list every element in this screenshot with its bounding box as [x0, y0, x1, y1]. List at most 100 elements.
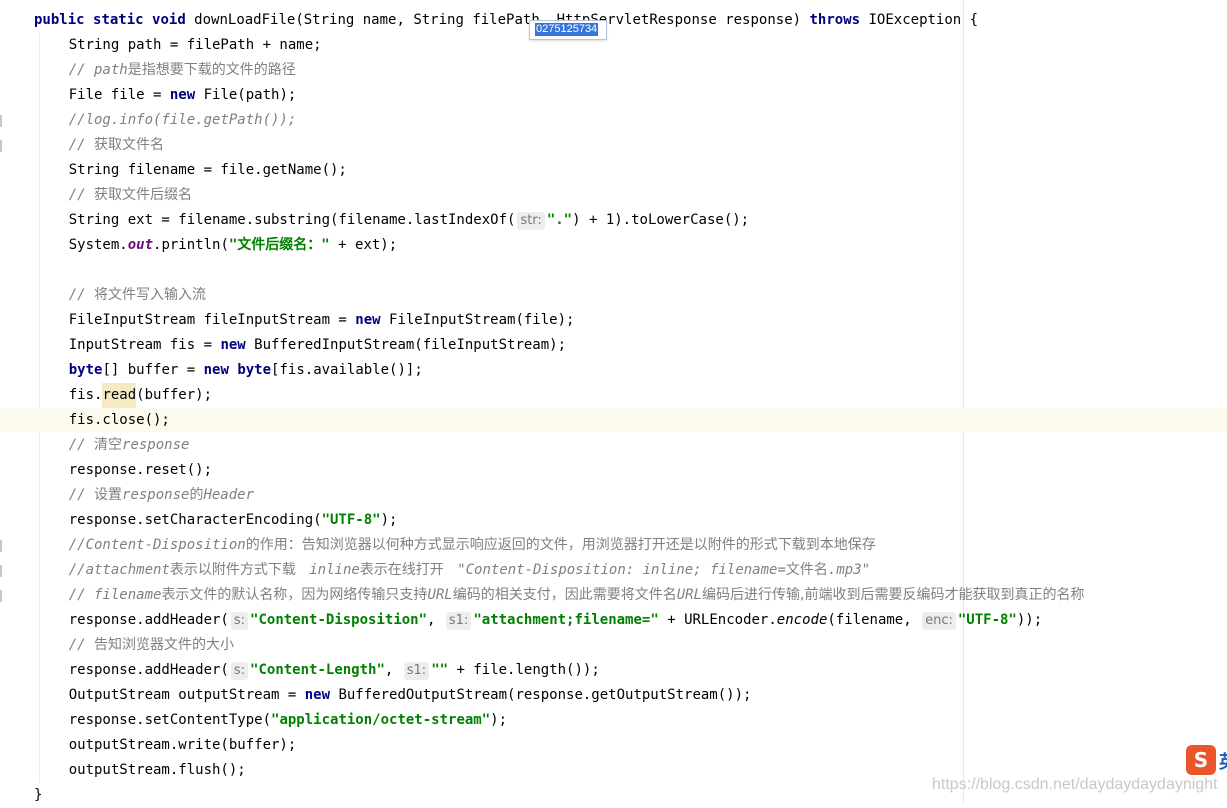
code-line[interactable]: InputStream fis = new BufferedInputStrea… [35, 333, 566, 358]
code-token: + file.length()); [448, 662, 600, 678]
code-line[interactable]: public static void downLoadFile(String n… [34, 8, 978, 33]
gutter-fold-marker[interactable] [0, 140, 2, 152]
code-line[interactable]: // 设置 response 的 Header [35, 483, 254, 508]
code-token: IOException { [860, 12, 979, 28]
code-line[interactable]: fis.close(); [35, 408, 170, 433]
comment-token: 表示文件的默认名称，因为网络传输只支持 [161, 587, 428, 603]
code-line[interactable]: //log.info(file.getPath()); [35, 108, 297, 133]
parameter-hint: enc: [922, 611, 956, 630]
caret-line-highlight [0, 408, 1227, 432]
right-margin-guide [963, 0, 964, 804]
keyword-token: byte [237, 362, 272, 378]
comment-token: 表示以附件方式下载 [169, 562, 310, 578]
watermark-text: https://blog.csdn.net/daydaydaydaynight [932, 776, 1218, 793]
gutter-fold-marker[interactable] [0, 115, 2, 127]
code-line[interactable]: File file = new File(path); [35, 83, 297, 108]
string-token: "Content-Length" [250, 662, 385, 678]
code-token: String ext = filename.substring(filename… [35, 212, 516, 228]
sogou-ime-icon[interactable]: S [1186, 745, 1216, 775]
code-line[interactable]: OutputStream outputStream = new Buffered… [35, 683, 752, 708]
code-line[interactable]: String path = filePath + name; [35, 33, 322, 58]
code-line[interactable]: response.setContentType("application/oct… [35, 708, 507, 733]
code-line[interactable]: // 获取文件名 [35, 133, 164, 158]
code-token: String filename = file.getName(); [35, 162, 347, 178]
code-line[interactable]: fis. read (buffer); [35, 383, 212, 408]
code-line[interactable]: System. out .println("文件后缀名：" + ext); [35, 233, 397, 258]
code-token: ); [380, 512, 398, 528]
keyword-token: new [355, 312, 381, 328]
string-token: "UTF-8" [321, 512, 381, 528]
keyword-token: public [34, 12, 85, 28]
usage-highlight: read [102, 383, 137, 408]
code-line[interactable]: response.setCharacterEncoding("UTF-8"); [35, 508, 398, 533]
code-token: (filename, [827, 612, 921, 628]
code-token: + URLEncoder. [658, 612, 777, 628]
comment-token: 设置 [94, 487, 123, 503]
code-line[interactable]: FileInputStream fileInputStream = new Fi… [35, 308, 575, 333]
keyword-token: new [203, 362, 229, 378]
ime-language-label[interactable]: 英 [1219, 748, 1227, 774]
code-line[interactable]: outputStream.write(buffer); [35, 733, 297, 758]
code-line[interactable]: response.reset(); [35, 458, 212, 483]
code-token: InputStream fis = [35, 337, 221, 353]
comment-token: 是指想要下载的文件的路径 [127, 62, 296, 78]
string-token: "attachment;filename=" [473, 612, 659, 628]
tooltip-text: 0275125734 [535, 23, 599, 36]
code-line[interactable]: // path 是指想要下载的文件的路径 [35, 58, 296, 83]
keyword-token: void [152, 12, 186, 28]
code-line[interactable]: String filename = file.getName(); [35, 158, 347, 183]
code-line[interactable]: // 将文件写入输入流 [35, 283, 206, 308]
field-token: out [127, 237, 154, 253]
comment-token: //Content-Disposition [68, 537, 246, 553]
code-line[interactable]: // 告知浏览器文件的大小 [35, 633, 234, 658]
code-token: OutputStream outputStream = [35, 687, 305, 703]
code-line[interactable]: // 获取文件后缀名 [35, 183, 192, 208]
code-line[interactable]: String ext = filename.substring(filename… [35, 208, 749, 233]
string-token: "." [546, 212, 573, 228]
comment-token: response [122, 487, 190, 503]
code-token: System. [35, 237, 128, 253]
comment-token: 告知浏览器文件的大小 [94, 637, 235, 653]
code-token: (buffer); [136, 387, 213, 403]
string-token: "application/octet-stream" [271, 712, 491, 728]
code-token: FileInputStream(file); [380, 312, 575, 328]
parameter-hint: s1: [403, 661, 430, 680]
code-token: ) + 1).toLowerCase(); [572, 212, 750, 228]
keyword-token: new [304, 687, 331, 703]
code-token: , [384, 662, 402, 678]
code-token: downLoadFile(String name, String filePat… [185, 12, 810, 28]
code-token: outputStream.write(buffer); [35, 737, 297, 753]
string-token: "UTF-8" [957, 612, 1017, 628]
code-line[interactable]: outputStream.flush(); [35, 758, 246, 783]
gutter-fold-marker[interactable] [0, 565, 2, 577]
code-token: response.setContentType( [35, 712, 272, 728]
gutter-fold-marker[interactable] [0, 590, 2, 602]
code-token: } [34, 787, 43, 803]
code-line[interactable]: // filename 表示文件的默认名称，因为网络传输只支持 URL 编码的相关支付… [35, 583, 1085, 608]
comment-token: Header [203, 487, 255, 503]
comment-token: // [68, 137, 95, 153]
code-line[interactable]: response.addHeader(s: "Content-Length", s… [35, 658, 600, 683]
code-line[interactable]: response.addHeader(s: "Content-Dispositio… [35, 608, 1042, 633]
code-line[interactable]: // 清空 response [35, 433, 190, 458]
comment-token: URL [676, 587, 703, 603]
comment-token: // [68, 187, 95, 203]
code-line[interactable]: byte[] buffer = new byte [fis.available()… [35, 358, 423, 383]
code-line[interactable]: } [34, 783, 42, 808]
code-line[interactable]: //Content-Disposition 的作用：告知浏览器以何种方式显示响应返… [35, 533, 876, 558]
code-token: response.setCharacterEncoding( [35, 512, 322, 528]
code-token: fis.close(); [35, 412, 170, 428]
code-token: response.addHeader( [35, 662, 229, 678]
comment-token: // [68, 637, 95, 653]
comment-token: 表示在线打开 [359, 562, 458, 578]
code-line[interactable]: //attachment 表示以附件方式下载 inline 表示在线打开 "Cont… [35, 558, 870, 583]
code-token: [fis.available()]; [271, 362, 423, 378]
code-token: FileInputStream fileInputStream = [35, 312, 356, 328]
string-token: "Content-Disposition" [250, 612, 428, 628]
comment-token: 的 [189, 487, 204, 503]
gutter-fold-marker[interactable] [0, 540, 2, 552]
